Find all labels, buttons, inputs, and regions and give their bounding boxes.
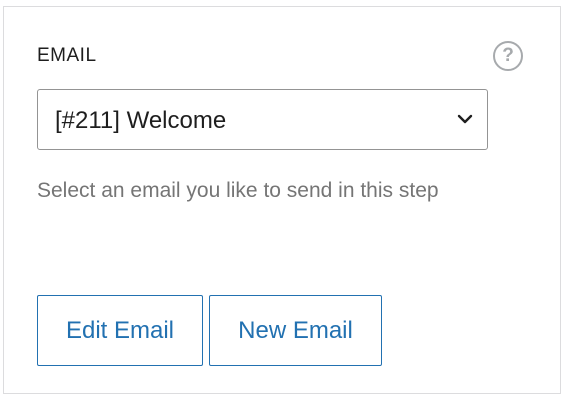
email-select[interactable]: [#211] Welcome xyxy=(37,89,488,150)
email-field-label: EMAIL xyxy=(37,45,97,66)
edit-email-button[interactable]: Edit Email xyxy=(37,295,203,366)
email-step-panel: EMAIL ? [#211] Welcome Select an email y… xyxy=(3,6,561,394)
email-help-text: Select an email you like to send in this… xyxy=(37,179,439,202)
question-mark-circle-icon[interactable]: ? xyxy=(493,41,523,71)
chevron-down-icon xyxy=(457,114,473,124)
email-select-value: [#211] Welcome xyxy=(55,107,227,134)
new-email-button[interactable]: New Email xyxy=(209,295,382,366)
